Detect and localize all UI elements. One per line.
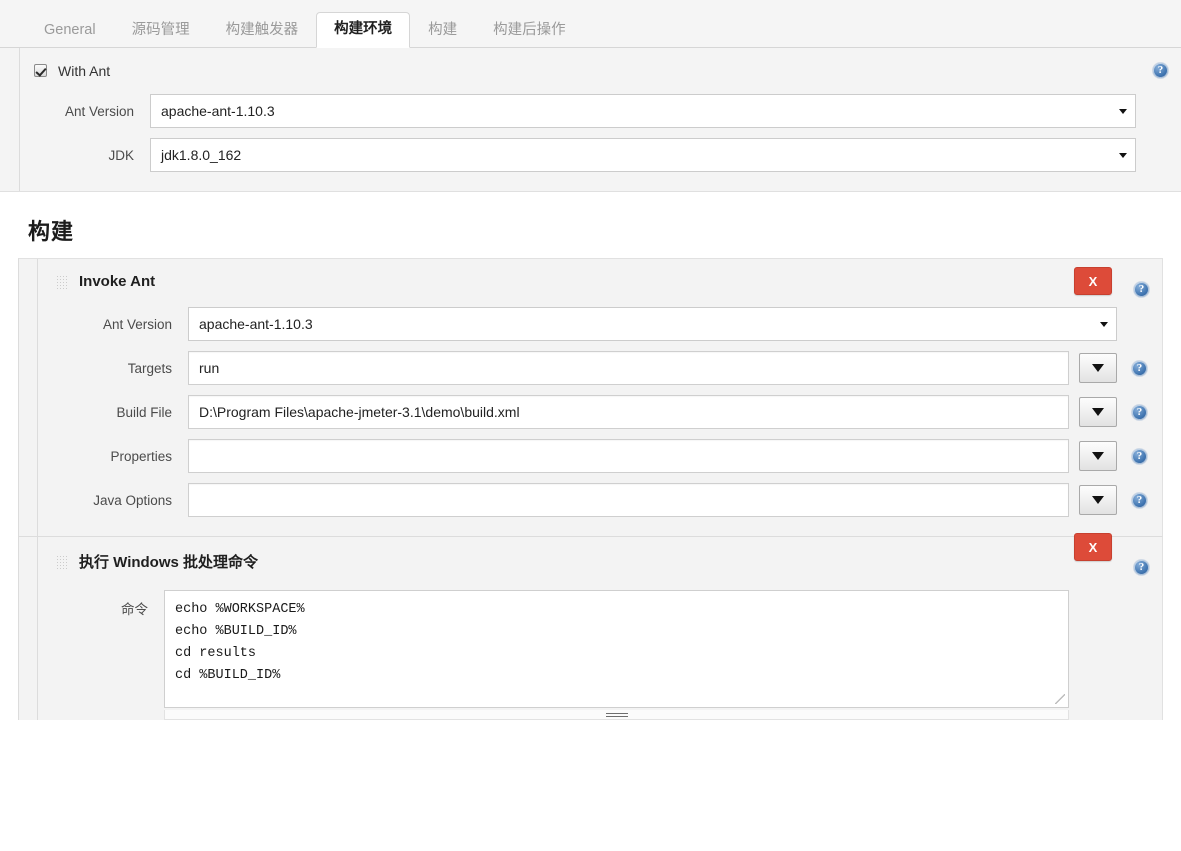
triangle-down-icon: [1092, 364, 1104, 372]
chevron-down-icon: [1119, 153, 1127, 158]
java-options-label: Java Options: [93, 492, 172, 508]
help-icon[interactable]: ?: [1131, 359, 1148, 377]
invoke-ant-version-value: apache-ant-1.10.3: [199, 316, 313, 332]
invoke-ant-version-row: Ant Version apache-ant-1.10.3 ?: [38, 302, 1162, 346]
java-options-row: Java Options ?: [38, 478, 1162, 522]
invoke-ant-version-select[interactable]: apache-ant-1.10.3: [188, 307, 1117, 341]
with-ant-header: With Ant ?: [0, 48, 1181, 89]
help-icon[interactable]: ?: [1133, 559, 1150, 576]
delete-builder-button[interactable]: X: [1074, 267, 1112, 295]
ant-version-select[interactable]: apache-ant-1.10.3: [150, 94, 1136, 128]
jdk-row: JDK jdk1.8.0_162 ?: [0, 133, 1181, 177]
help-icon[interactable]: ?: [1131, 447, 1148, 465]
properties-dropdown-button[interactable]: [1079, 441, 1117, 471]
build-file-dropdown-button[interactable]: [1079, 397, 1117, 427]
tab-build[interactable]: 构建: [410, 13, 475, 48]
textarea-resize-handle[interactable]: [164, 710, 1069, 720]
help-icon[interactable]: ?: [1131, 403, 1148, 421]
chevron-down-icon: [1100, 322, 1108, 327]
delete-builder-button[interactable]: X: [1074, 533, 1112, 561]
properties-label: Properties: [110, 448, 172, 464]
tab-build-triggers[interactable]: 构建触发器: [208, 13, 317, 48]
targets-label: Targets: [127, 360, 172, 376]
invoke-ant-version-label: Ant Version: [102, 316, 172, 332]
tab-source-control[interactable]: 源码管理: [114, 13, 208, 48]
targets-input[interactable]: run: [188, 351, 1069, 385]
targets-dropdown-button[interactable]: [1079, 353, 1117, 383]
build-file-input[interactable]: D:\Program Files\apache-jmeter-3.1\demo\…: [188, 395, 1069, 429]
help-icon[interactable]: ?: [1133, 281, 1150, 298]
java-options-input[interactable]: [188, 483, 1069, 517]
builders-list: Invoke Ant X ? Ant Version apache-ant-1.…: [0, 258, 1181, 720]
command-row: 命令 echo %WORKSPACE% echo %BUILD_ID% cd r…: [38, 584, 1162, 720]
ant-version-row: Ant Version apache-ant-1.10.3 ?: [0, 89, 1181, 133]
tab-post-build-actions[interactable]: 构建后操作: [475, 13, 584, 48]
help-icon[interactable]: ?: [1131, 491, 1148, 509]
jdk-label: JDK: [108, 147, 134, 163]
builder-invoke-ant-header: Invoke Ant X ?: [38, 259, 1162, 302]
build-file-label: Build File: [116, 404, 172, 420]
help-icon[interactable]: ?: [1152, 62, 1169, 79]
jdk-select[interactable]: jdk1.8.0_162: [150, 138, 1136, 172]
triangle-down-icon: [1092, 408, 1104, 416]
block-gutter-line: [19, 48, 20, 191]
config-tab-bar: General 源码管理 构建触发器 构建环境 构建 构建后操作: [0, 0, 1181, 48]
builder-windows-batch-title: 执行 Windows 批处理命令: [79, 554, 259, 571]
builder-windows-batch-header: 执行 Windows 批处理命令 X ?: [38, 533, 1162, 584]
ant-version-label: Ant Version: [64, 103, 134, 119]
builder-invoke-ant-title: Invoke Ant: [79, 273, 156, 290]
jdk-value: jdk1.8.0_162: [161, 147, 242, 163]
build-section-header: 构建: [0, 192, 1181, 258]
command-textarea[interactable]: echo %WORKSPACE% echo %BUILD_ID% cd resu…: [164, 590, 1069, 708]
builder-windows-batch: 执行 Windows 批处理命令 X ? 命令 echo %WORKSPACE%…: [18, 533, 1163, 720]
triangle-down-icon: [1092, 496, 1104, 504]
build-file-row: Build File D:\Program Files\apache-jmete…: [38, 390, 1162, 434]
command-label: 命令: [121, 602, 148, 617]
with-ant-label: With Ant: [58, 62, 111, 79]
page-title: 构建: [28, 219, 75, 244]
tab-build-environment[interactable]: 构建环境: [316, 11, 411, 48]
drag-handle-icon[interactable]: [56, 274, 67, 289]
properties-row: Properties ?: [38, 434, 1162, 478]
triangle-down-icon: [1092, 452, 1104, 460]
tab-general[interactable]: General: [26, 13, 114, 48]
resize-corner-icon[interactable]: [1055, 694, 1065, 704]
properties-input[interactable]: [188, 439, 1069, 473]
java-options-dropdown-button[interactable]: [1079, 485, 1117, 515]
targets-row: Targets run ?: [38, 346, 1162, 390]
drag-handle-icon[interactable]: [56, 554, 67, 569]
ant-version-value: apache-ant-1.10.3: [161, 103, 275, 119]
with-ant-block: With Ant ? Ant Version apache-ant-1.10.3…: [0, 48, 1181, 192]
chevron-down-icon: [1119, 109, 1127, 114]
builder-invoke-ant: Invoke Ant X ? Ant Version apache-ant-1.…: [18, 258, 1163, 536]
with-ant-checkbox[interactable]: [34, 64, 47, 77]
